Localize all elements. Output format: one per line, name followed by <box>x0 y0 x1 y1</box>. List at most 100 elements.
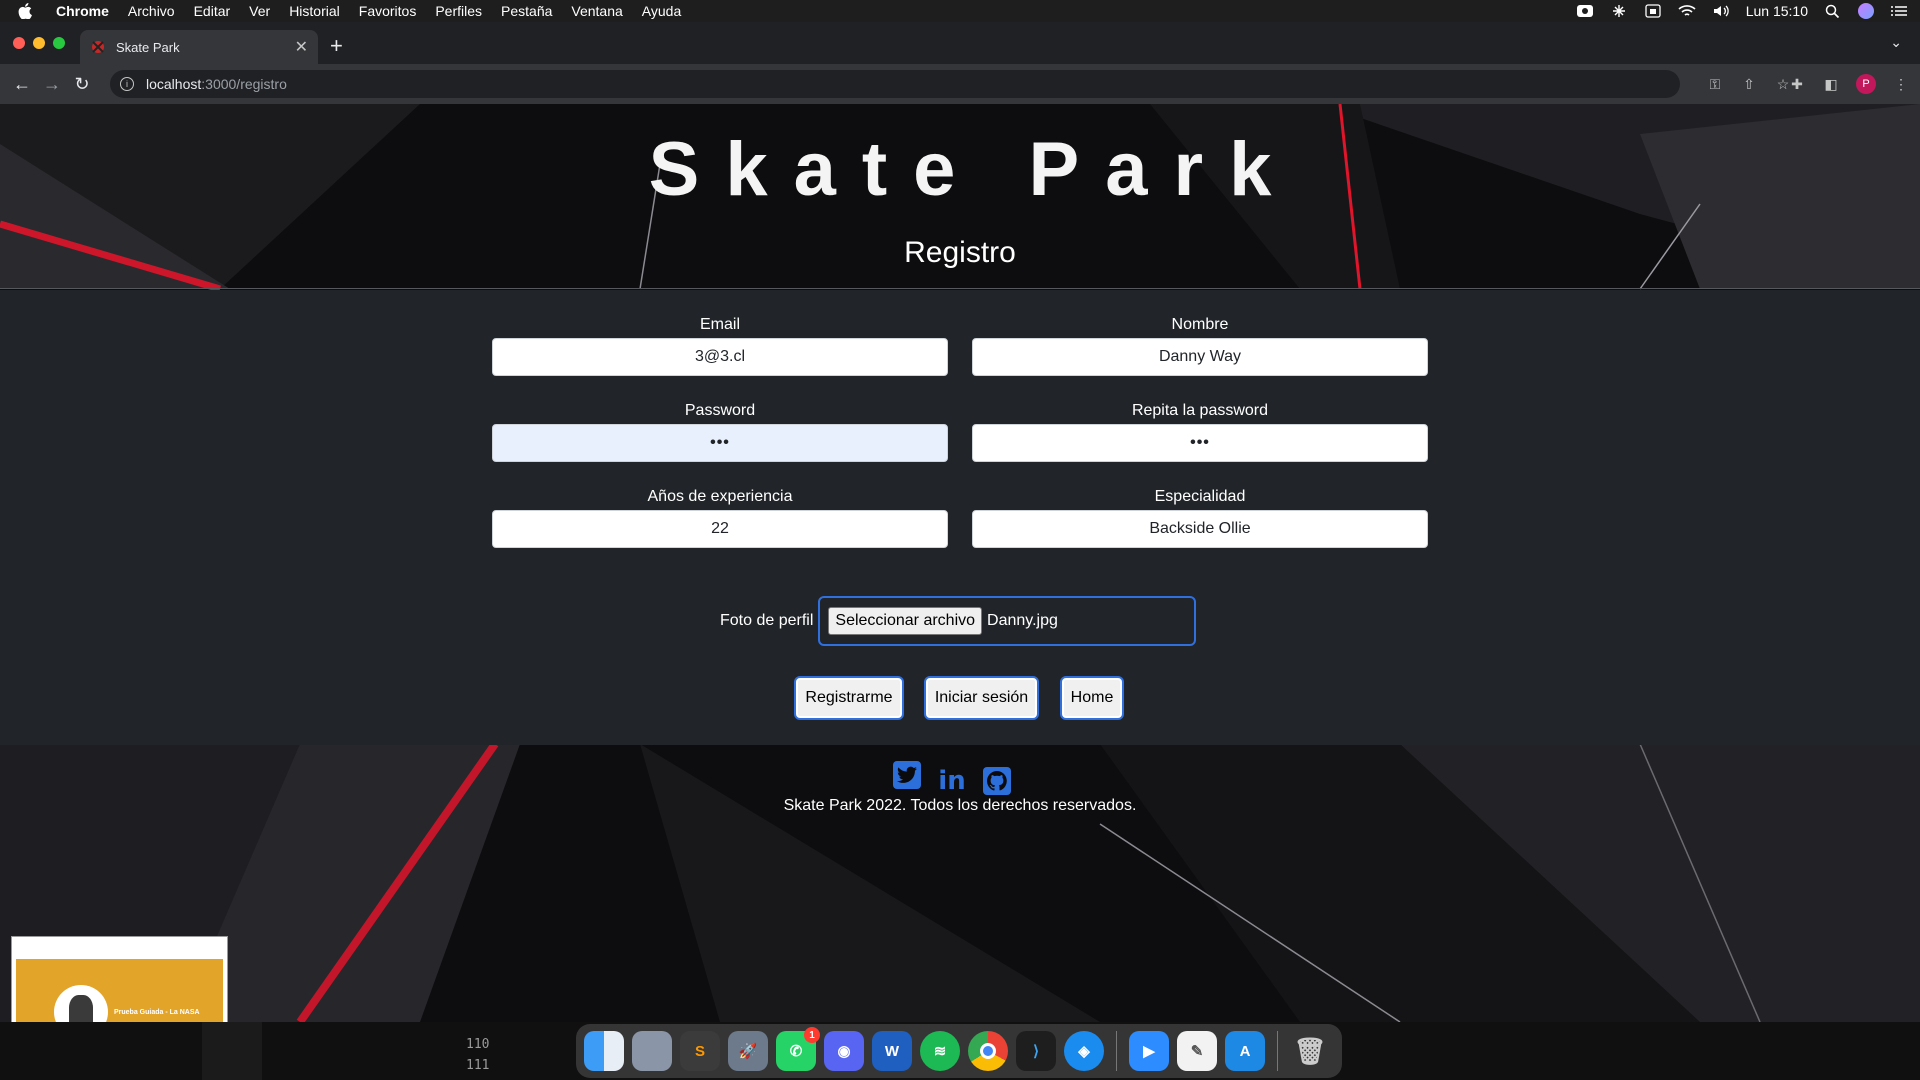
dock-separator <box>1277 1031 1278 1071</box>
register-button-wrap: Registrarme <box>794 676 904 720</box>
reload-icon[interactable]: ↻ <box>68 70 96 98</box>
login-button[interactable]: Iniciar sesión <box>924 676 1039 720</box>
experience-field[interactable] <box>492 510 948 548</box>
site-info-icon[interactable]: i <box>120 77 134 91</box>
menu-app-name[interactable]: Chrome <box>56 3 109 19</box>
email-field[interactable] <box>492 338 948 376</box>
tab-skate-park[interactable]: Skate Park ✕ <box>80 30 318 64</box>
page-footer: in Skate Park 2022. Todos los derechos r… <box>0 745 1920 845</box>
toolbar-actions: ✚ ◧ P ⋮ <box>1788 70 1910 98</box>
tab-title: Skate Park <box>116 39 180 55</box>
dock-separator <box>1116 1031 1117 1071</box>
forward-arrow-icon[interactable]: → <box>38 70 66 98</box>
launchpad-icon[interactable]: 🚀 <box>728 1031 768 1071</box>
choose-file-button[interactable]: Seleccionar archivo <box>828 607 983 635</box>
picture-in-picture-window[interactable]: Prueba Guiada - La NASA <box>11 936 228 1022</box>
specialty-field[interactable] <box>972 510 1428 548</box>
code-line: 111 <box>466 1058 490 1073</box>
name-field[interactable] <box>972 338 1428 376</box>
tab-close-icon[interactable]: ✕ <box>295 37 308 57</box>
pip-presenter-avatar <box>54 985 108 1022</box>
linkedin-link[interactable]: in <box>938 766 966 796</box>
control-center-icon[interactable] <box>1610 4 1628 18</box>
address-bar[interactable]: i localhost:3000/registro <box>110 70 1680 98</box>
apple-menu-icon[interactable] <box>18 3 32 19</box>
screen-record-icon[interactable] <box>1576 4 1594 18</box>
finder-icon[interactable] <box>584 1031 624 1071</box>
side-panel-icon[interactable]: ◧ <box>1822 76 1840 93</box>
twitter-link[interactable] <box>893 761 921 789</box>
trash-icon[interactable]: 🗑 <box>1290 1031 1330 1071</box>
tab-strip: Skate Park ✕ + ⌄ <box>0 22 1920 64</box>
chrome-menu-icon[interactable]: ⋮ <box>1892 76 1910 93</box>
notification-center-icon[interactable] <box>1890 4 1908 18</box>
menu-ventana[interactable]: Ventana <box>571 3 622 19</box>
menu-archivo[interactable]: Archivo <box>128 3 175 19</box>
menu-favoritos[interactable]: Favoritos <box>359 3 417 19</box>
code-line: 110 <box>466 1037 490 1052</box>
word-icon[interactable]: W <box>872 1031 912 1071</box>
app-store-icon[interactable]: A <box>1225 1031 1265 1071</box>
specialty-label: Especialidad <box>1154 488 1246 505</box>
close-window-button[interactable] <box>13 37 25 49</box>
email-group: Email <box>492 316 948 376</box>
omnibox-actions: ⚿ ⇧ ☆ <box>1706 70 1792 98</box>
skate-favicon-icon <box>92 41 104 53</box>
linkedin-icon: in <box>938 766 966 796</box>
experience-label: Años de experiencia <box>647 488 793 505</box>
new-tab-icon[interactable]: + <box>330 32 343 60</box>
zoom-icon[interactable]: ▶ <box>1129 1031 1169 1071</box>
zoom-window-button[interactable] <box>53 37 65 49</box>
registration-form: Email Nombre Password Repita la password… <box>0 290 1920 745</box>
menubar-clock[interactable]: Lun 15:10 <box>1746 3 1808 19</box>
calendar-icon[interactable] <box>1644 4 1662 18</box>
profile-photo-label: Foto de perfil <box>720 612 814 629</box>
password-field[interactable] <box>492 424 948 462</box>
key-icon[interactable]: ⚿ <box>1706 76 1724 93</box>
wifi-icon[interactable] <box>1678 4 1696 18</box>
url-path: :3000/registro <box>201 76 287 92</box>
experience-group: Años de experiencia <box>492 488 948 548</box>
name-label: Nombre <box>1171 316 1229 333</box>
url-host: localhost <box>146 76 202 92</box>
discord-icon[interactable]: ◉ <box>824 1031 864 1071</box>
whatsapp-icon[interactable]: ✆ 1 <box>776 1027 820 1071</box>
specialty-group: Especialidad <box>972 488 1428 548</box>
home-button[interactable]: Home <box>1060 676 1124 720</box>
profile-photo-input[interactable]: Seleccionar archivo Danny.jpg <box>818 596 1197 646</box>
menu-ver[interactable]: Ver <box>249 3 270 19</box>
page-header: Skate Park Registro <box>0 104 1920 289</box>
preview-icon[interactable] <box>632 1031 672 1071</box>
minimize-window-button[interactable] <box>33 37 45 49</box>
vscode-icon[interactable]: ⟩ <box>1016 1031 1056 1071</box>
menu-historial[interactable]: Historial <box>289 3 340 19</box>
menu-perfiles[interactable]: Perfiles <box>435 3 482 19</box>
safari-icon[interactable]: ◈ <box>1064 1031 1104 1071</box>
menu-editar[interactable]: Editar <box>194 3 231 19</box>
home-button-wrap: Home <box>1060 676 1124 720</box>
spotify-icon[interactable]: ≋ <box>920 1031 960 1071</box>
sublime-text-icon[interactable]: S <box>680 1031 720 1071</box>
menu-ayuda[interactable]: Ayuda <box>642 3 681 19</box>
spotlight-search-icon[interactable] <box>1824 4 1842 18</box>
profile-avatar[interactable]: P <box>1856 74 1876 94</box>
repeat-password-field[interactable] <box>972 424 1428 462</box>
chrome-icon[interactable] <box>968 1031 1008 1071</box>
textedit-icon[interactable]: ✎ <box>1177 1031 1217 1071</box>
page-title: Registro <box>904 236 1016 269</box>
menu-pestana[interactable]: Pestaña <box>501 3 552 19</box>
extensions-puzzle-icon[interactable]: ✚ <box>1788 76 1806 93</box>
pip-video: Prueba Guiada - La NASA <box>16 959 223 1022</box>
github-link[interactable] <box>983 767 1011 795</box>
volume-icon[interactable] <box>1712 4 1730 18</box>
tab-search-chevron-icon[interactable]: ⌄ <box>1890 34 1902 51</box>
chrome-window: Skate Park ✕ + ⌄ ← → ↻ i localhost:3000/… <box>0 22 1920 1022</box>
back-arrow-icon[interactable]: ← <box>8 70 36 98</box>
dock: S 🚀 ✆ 1 ◉ W ≋ ⟩ ◈ ▶ ✎ A 🗑 <box>576 1024 1342 1078</box>
macos-menubar: Chrome Archivo Editar Ver Historial Favo… <box>0 0 1920 22</box>
twitter-icon <box>893 761 921 789</box>
register-button[interactable]: Registrarme <box>794 676 904 720</box>
share-icon[interactable]: ⇧ <box>1740 76 1758 93</box>
siri-icon[interactable] <box>1858 3 1874 19</box>
login-button-wrap: Iniciar sesión <box>924 676 1039 720</box>
